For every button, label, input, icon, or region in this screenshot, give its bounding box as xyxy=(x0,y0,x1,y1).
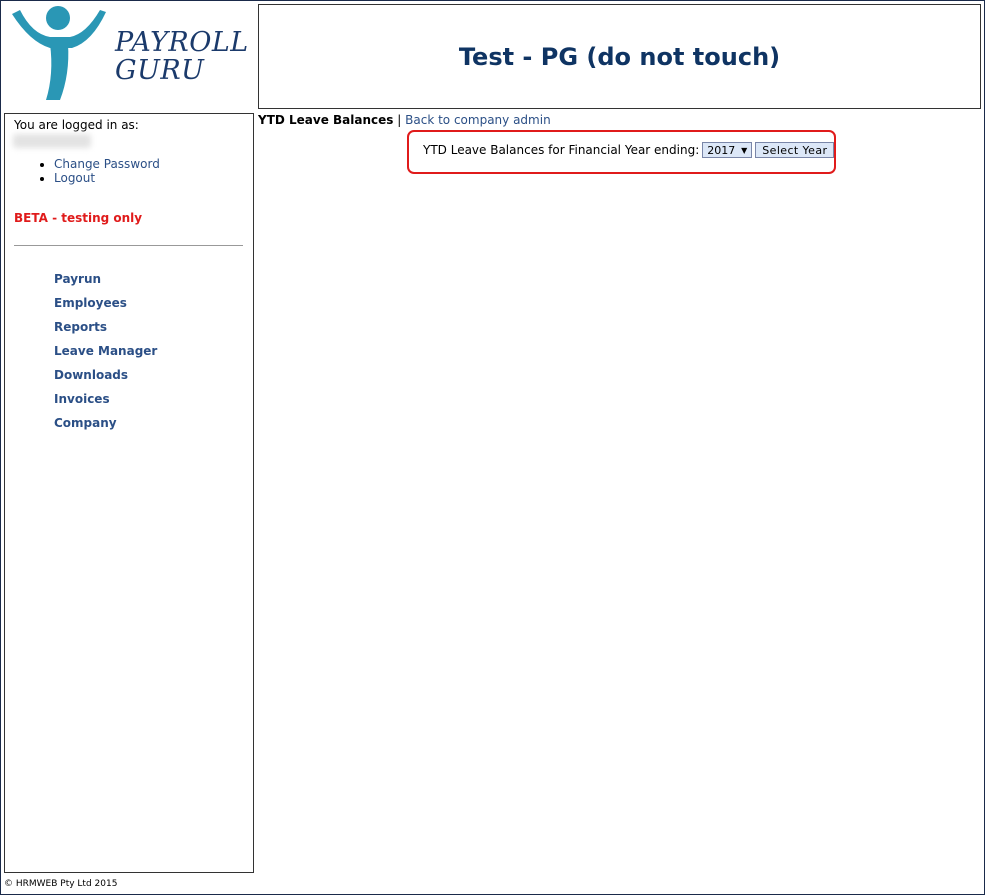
breadcrumb-separator: | xyxy=(397,113,402,127)
selected-year-value: 2017 xyxy=(707,143,736,157)
sidebar: You are logged in as: Change Password Lo… xyxy=(4,113,254,873)
sidebar-item-label[interactable]: Company xyxy=(54,416,117,430)
breadcrumb-current: YTD Leave Balances xyxy=(258,113,394,127)
account-link-item: Change Password xyxy=(54,157,160,171)
sidebar-item-downloads[interactable]: Downloads xyxy=(54,367,157,391)
sidebar-item-company[interactable]: Company xyxy=(54,415,157,439)
sidebar-item-invoices[interactable]: Invoices xyxy=(54,391,157,415)
select-year-button[interactable]: Select Year xyxy=(755,142,835,158)
sidebar-item-employees[interactable]: Employees xyxy=(54,295,157,319)
footer-copyright: © HRMWEB Pty Ltd 2015 xyxy=(4,879,118,889)
sidebar-item-reports[interactable]: Reports xyxy=(54,319,157,343)
breadcrumb: YTD Leave Balances | Back to company adm… xyxy=(258,113,551,127)
sidebar-item-label[interactable]: Employees xyxy=(54,296,127,310)
logged-in-label: You are logged in as: xyxy=(14,118,139,132)
logo-line-2: GURU xyxy=(115,55,205,86)
sidebar-item-label[interactable]: Invoices xyxy=(54,392,110,406)
company-header: Test - PG (do not touch) xyxy=(258,4,981,109)
beta-notice: BETA - testing only xyxy=(14,211,143,225)
logo-wordmark: PAYROLL GURU xyxy=(115,29,249,85)
sidebar-item-label[interactable]: Leave Manager xyxy=(54,344,157,358)
username-redacted xyxy=(13,134,91,148)
sidebar-item-payrun[interactable]: Payrun xyxy=(54,271,157,295)
logo-line-1: PAYROLL xyxy=(115,27,249,58)
sidebar-nav: Payrun Employees Reports Leave Manager D… xyxy=(54,271,157,439)
sidebar-item-label[interactable]: Reports xyxy=(54,320,107,334)
back-to-company-admin-link[interactable]: Back to company admin xyxy=(405,113,551,127)
account-links: Change Password Logout xyxy=(35,157,160,185)
sidebar-divider xyxy=(14,245,243,246)
financial-year-select[interactable]: 2017 ▼ xyxy=(702,142,753,158)
sidebar-item-leave-manager[interactable]: Leave Manager xyxy=(54,343,157,367)
payroll-guru-logo[interactable]: PAYROLL GURU xyxy=(10,4,250,104)
account-link-item: Logout xyxy=(54,171,160,185)
page-title: Test - PG (do not touch) xyxy=(458,42,781,71)
sidebar-item-label[interactable]: Payrun xyxy=(54,272,101,286)
change-password-link[interactable]: Change Password xyxy=(54,157,160,171)
dropdown-arrow-icon: ▼ xyxy=(741,145,748,155)
sidebar-item-label[interactable]: Downloads xyxy=(54,368,128,382)
logout-link[interactable]: Logout xyxy=(54,171,95,185)
person-figure-icon xyxy=(12,6,106,100)
year-select-form: YTD Leave Balances for Financial Year en… xyxy=(423,142,835,158)
year-select-label: YTD Leave Balances for Financial Year en… xyxy=(423,143,700,157)
